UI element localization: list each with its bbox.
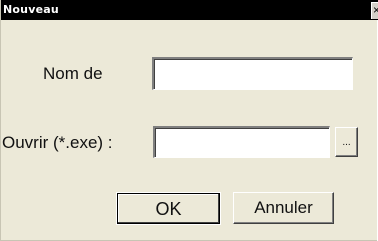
open-exe-input[interactable] — [155, 128, 329, 157]
title-bar[interactable]: Nouveau × — [1, 0, 378, 20]
dialog-title: Nouveau — [3, 3, 59, 16]
ok-button[interactable]: OK — [116, 192, 221, 225]
dialog-window: Nouveau × Nom de Ouvrir (*.exe) : ... OK… — [0, 0, 378, 241]
open-exe-field[interactable] — [153, 126, 330, 158]
name-input[interactable] — [154, 59, 352, 89]
name-label: Nom de — [43, 64, 103, 83]
open-exe-label: Ouvrir (*.exe) : — [2, 133, 113, 152]
close-icon: × — [373, 3, 378, 18]
cancel-button[interactable]: Annuler — [233, 192, 334, 224]
close-button[interactable]: × — [371, 2, 378, 19]
browse-button[interactable]: ... — [335, 127, 358, 157]
name-field[interactable] — [152, 57, 353, 90]
